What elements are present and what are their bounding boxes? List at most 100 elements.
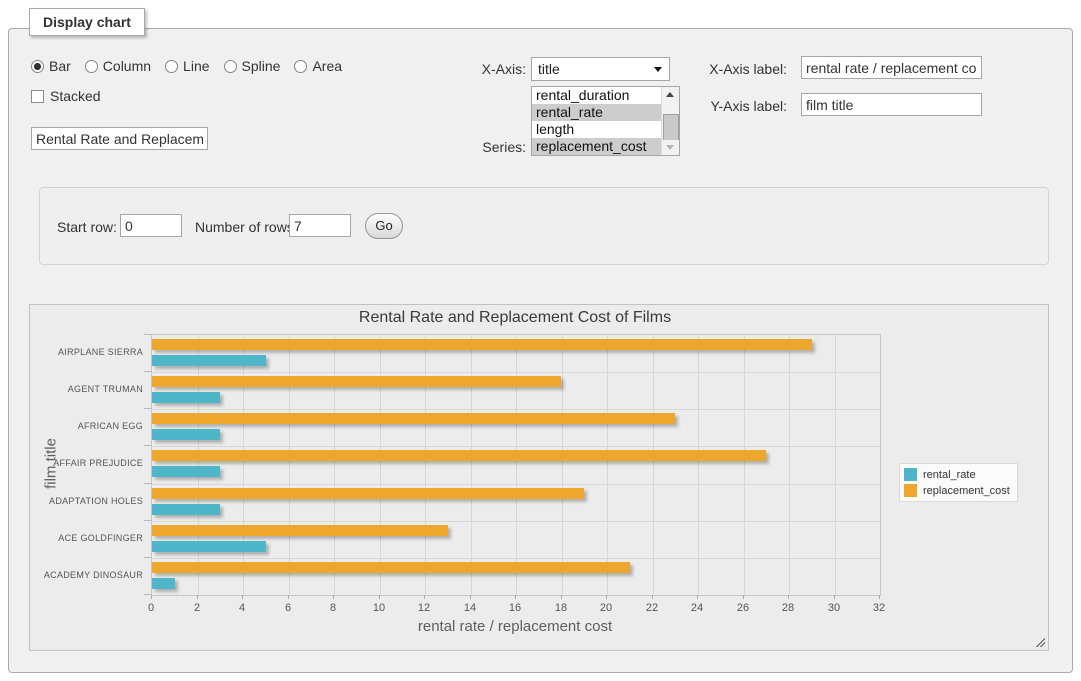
gridline bbox=[334, 335, 335, 595]
bar-rental_rate bbox=[152, 541, 266, 552]
bar-rental_rate bbox=[152, 355, 266, 366]
x-tick-label: 18 bbox=[546, 602, 576, 614]
x-tick-mark bbox=[151, 595, 152, 599]
radio-icon[interactable] bbox=[165, 60, 178, 73]
legend-swatch-icon bbox=[904, 484, 917, 497]
chart-type-option-area[interactable]: Area bbox=[294, 58, 342, 74]
y-tick-mark bbox=[144, 334, 151, 335]
scroll-up-icon[interactable] bbox=[662, 87, 679, 102]
category-label: ACADEMY DINOSAUR bbox=[30, 557, 143, 594]
x-tick-mark bbox=[879, 595, 880, 599]
gridline bbox=[789, 335, 790, 595]
start-row-input[interactable] bbox=[120, 214, 182, 237]
x-tick-mark bbox=[834, 595, 835, 599]
x-axis-label-label: X-Axis label: bbox=[696, 61, 787, 77]
category-label: ADAPTATION HOLES bbox=[30, 483, 143, 520]
legend-item-rental_rate[interactable]: rental_rate bbox=[904, 468, 1010, 481]
y-tick-mark bbox=[144, 594, 151, 595]
chart-title-input[interactable] bbox=[31, 127, 208, 150]
page: Display chart Bar Column Line Spline Area St… bbox=[0, 0, 1081, 681]
x-tick-mark bbox=[606, 595, 607, 599]
gridline bbox=[425, 335, 426, 595]
x-axis-select-label: X-Axis: bbox=[456, 61, 526, 77]
chart-type-label: Bar bbox=[49, 58, 71, 74]
x-tick-mark bbox=[561, 595, 562, 599]
chart-type-option-column[interactable]: Column bbox=[85, 58, 151, 74]
x-tick-mark bbox=[333, 595, 334, 599]
num-rows-input[interactable] bbox=[289, 214, 351, 237]
stacked-option[interactable]: Stacked bbox=[31, 88, 101, 104]
bar-rental_rate bbox=[152, 429, 220, 440]
stacked-label: Stacked bbox=[50, 88, 101, 104]
x-tick-label: 20 bbox=[591, 602, 621, 614]
x-tick-mark bbox=[197, 595, 198, 599]
legend-label: rental_rate bbox=[923, 469, 976, 481]
resize-handle-icon[interactable] bbox=[1034, 636, 1045, 647]
x-tick-mark bbox=[515, 595, 516, 599]
legend-item-replacement_cost[interactable]: replacement_cost bbox=[904, 484, 1010, 497]
x-tick-mark bbox=[424, 595, 425, 599]
gridline bbox=[744, 335, 745, 595]
band-line bbox=[152, 521, 880, 522]
chart-title: Rental Rate and Replacement Cost of Film… bbox=[151, 309, 879, 327]
chart-type-label: Column bbox=[103, 58, 151, 74]
bar-replacement_cost bbox=[152, 525, 448, 536]
gridline bbox=[653, 335, 654, 595]
bar-replacement_cost bbox=[152, 413, 675, 424]
series-listbox[interactable]: rental_durationrental_ratelengthreplacem… bbox=[531, 86, 680, 156]
series-option-rental_duration[interactable]: rental_duration bbox=[532, 87, 661, 104]
chart-type-option-spline[interactable]: Spline bbox=[224, 58, 281, 74]
y-tick-mark bbox=[144, 483, 151, 484]
x-axis-label-input[interactable] bbox=[801, 56, 982, 79]
category-label: AIRPLANE SIERRA bbox=[30, 334, 143, 371]
chart-type-option-line[interactable]: Line bbox=[165, 58, 209, 74]
chart-type-option-bar[interactable]: Bar bbox=[31, 58, 71, 74]
x-tick-label: 16 bbox=[500, 602, 530, 614]
series-option-replacement_cost[interactable]: replacement_cost bbox=[532, 138, 661, 155]
gridline bbox=[698, 335, 699, 595]
panel-title: Display chart bbox=[29, 8, 145, 36]
x-tick-mark bbox=[379, 595, 380, 599]
band-line bbox=[152, 446, 880, 447]
x-axis-selected-value: title bbox=[538, 61, 560, 77]
band-line bbox=[152, 484, 880, 485]
bar-replacement_cost bbox=[152, 339, 812, 350]
x-tick-label: 24 bbox=[682, 602, 712, 614]
listbox-scrollbar[interactable] bbox=[661, 87, 679, 155]
y-axis-label-label: Y-Axis label: bbox=[696, 98, 787, 114]
radio-icon[interactable] bbox=[294, 60, 307, 73]
series-option-length[interactable]: length bbox=[532, 121, 661, 138]
x-tick-mark bbox=[288, 595, 289, 599]
x-tick-mark bbox=[470, 595, 471, 599]
plot-area bbox=[151, 334, 881, 596]
y-tick-mark bbox=[144, 557, 151, 558]
stacked-checkbox[interactable] bbox=[31, 90, 44, 103]
x-tick-label: 6 bbox=[273, 602, 303, 614]
band-line bbox=[152, 558, 880, 559]
chart-legend: rental_rate replacement_cost bbox=[899, 463, 1018, 502]
scrollbar-thumb[interactable] bbox=[663, 114, 679, 141]
chart-type-label: Spline bbox=[242, 58, 281, 74]
x-tick-label: 12 bbox=[409, 602, 439, 614]
x-tick-label: 28 bbox=[773, 602, 803, 614]
radio-icon[interactable] bbox=[85, 60, 98, 73]
gridline bbox=[380, 335, 381, 595]
category-label: AFFAIR PREJUDICE bbox=[30, 445, 143, 482]
series-option-rental_rate[interactable]: rental_rate bbox=[532, 104, 661, 121]
x-tick-label: 2 bbox=[182, 602, 212, 614]
x-axis-select[interactable]: title bbox=[531, 57, 670, 81]
chart-type-radio-group: Bar Column Line Spline Area bbox=[31, 58, 342, 74]
scroll-down-icon[interactable] bbox=[662, 140, 679, 155]
x-tick-label: 0 bbox=[136, 602, 166, 614]
y-axis-label-input[interactable] bbox=[801, 93, 982, 116]
radio-icon[interactable] bbox=[31, 60, 44, 73]
category-label: AGENT TRUMAN bbox=[30, 371, 143, 408]
x-tick-mark bbox=[652, 595, 653, 599]
bar-replacement_cost bbox=[152, 376, 561, 387]
gridline bbox=[289, 335, 290, 595]
radio-icon[interactable] bbox=[224, 60, 237, 73]
chart-type-label: Area bbox=[312, 58, 342, 74]
category-label: AFRICAN EGG bbox=[30, 408, 143, 445]
category-label: ACE GOLDFINGER bbox=[30, 520, 143, 557]
go-button[interactable]: Go bbox=[365, 213, 403, 239]
